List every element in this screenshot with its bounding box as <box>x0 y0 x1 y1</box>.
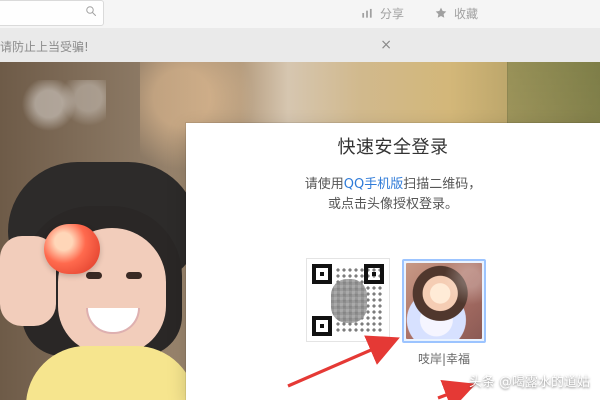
background-bokeh <box>18 80 106 140</box>
qr-finder <box>312 264 332 284</box>
bar-chart-icon <box>362 8 372 18</box>
account-avatar-button[interactable] <box>402 259 486 343</box>
search-icon[interactable] <box>85 5 97 17</box>
account-avatar <box>406 263 482 339</box>
login-desc-suffix: 扫描二维码， <box>403 177 482 192</box>
watermark-text: 头条 @喝露水的道姑 <box>468 375 590 390</box>
login-title: 快速安全登录 <box>337 137 449 158</box>
login-desc-line-1: 请使用QQ手机版扫描二维码， <box>186 175 600 195</box>
login-modal: 快速安全登录 请使用QQ手机版扫描二维码， 或点击头像授权登录。 吱岸|幸福 <box>186 123 600 400</box>
account-name: 吱岸|幸福 <box>417 352 471 366</box>
qq-mobile-link[interactable]: QQ手机版 <box>344 177 403 192</box>
nav-favorite-label: 收藏 <box>454 6 479 21</box>
login-description: 请使用QQ手机版扫描二维码， 或点击头像授权登录。 <box>186 175 600 215</box>
notice-text: 请防止上当受骗! <box>0 40 89 54</box>
nav-share-label: 分享 <box>380 6 405 21</box>
notice-close-icon[interactable]: × <box>380 38 392 52</box>
top-bar: 分享 收藏 <box>0 0 600 29</box>
qr-finder <box>312 316 332 336</box>
search-input[interactable] <box>0 0 104 26</box>
nav-favorite[interactable]: 收藏 <box>434 4 478 22</box>
left-eye <box>86 272 102 279</box>
right-eye <box>126 272 142 279</box>
apple-shape <box>44 224 100 274</box>
nav-share[interactable]: 分享 <box>360 4 404 22</box>
notice-bar: 请防止上当受骗! × <box>0 28 600 62</box>
qr-code-image <box>309 261 387 339</box>
star-icon <box>435 7 447 18</box>
login-desc-prefix: 请使用 <box>304 177 344 192</box>
login-desc-line-2: 或点击头像授权登录。 <box>327 197 458 212</box>
qr-code[interactable] <box>306 258 390 342</box>
page: 分享 收藏 请防止上当受骗! × 快速安全登录 请使用QQ手机版扫描二维码， 或… <box>0 0 600 400</box>
qr-censor-blur <box>331 279 367 323</box>
